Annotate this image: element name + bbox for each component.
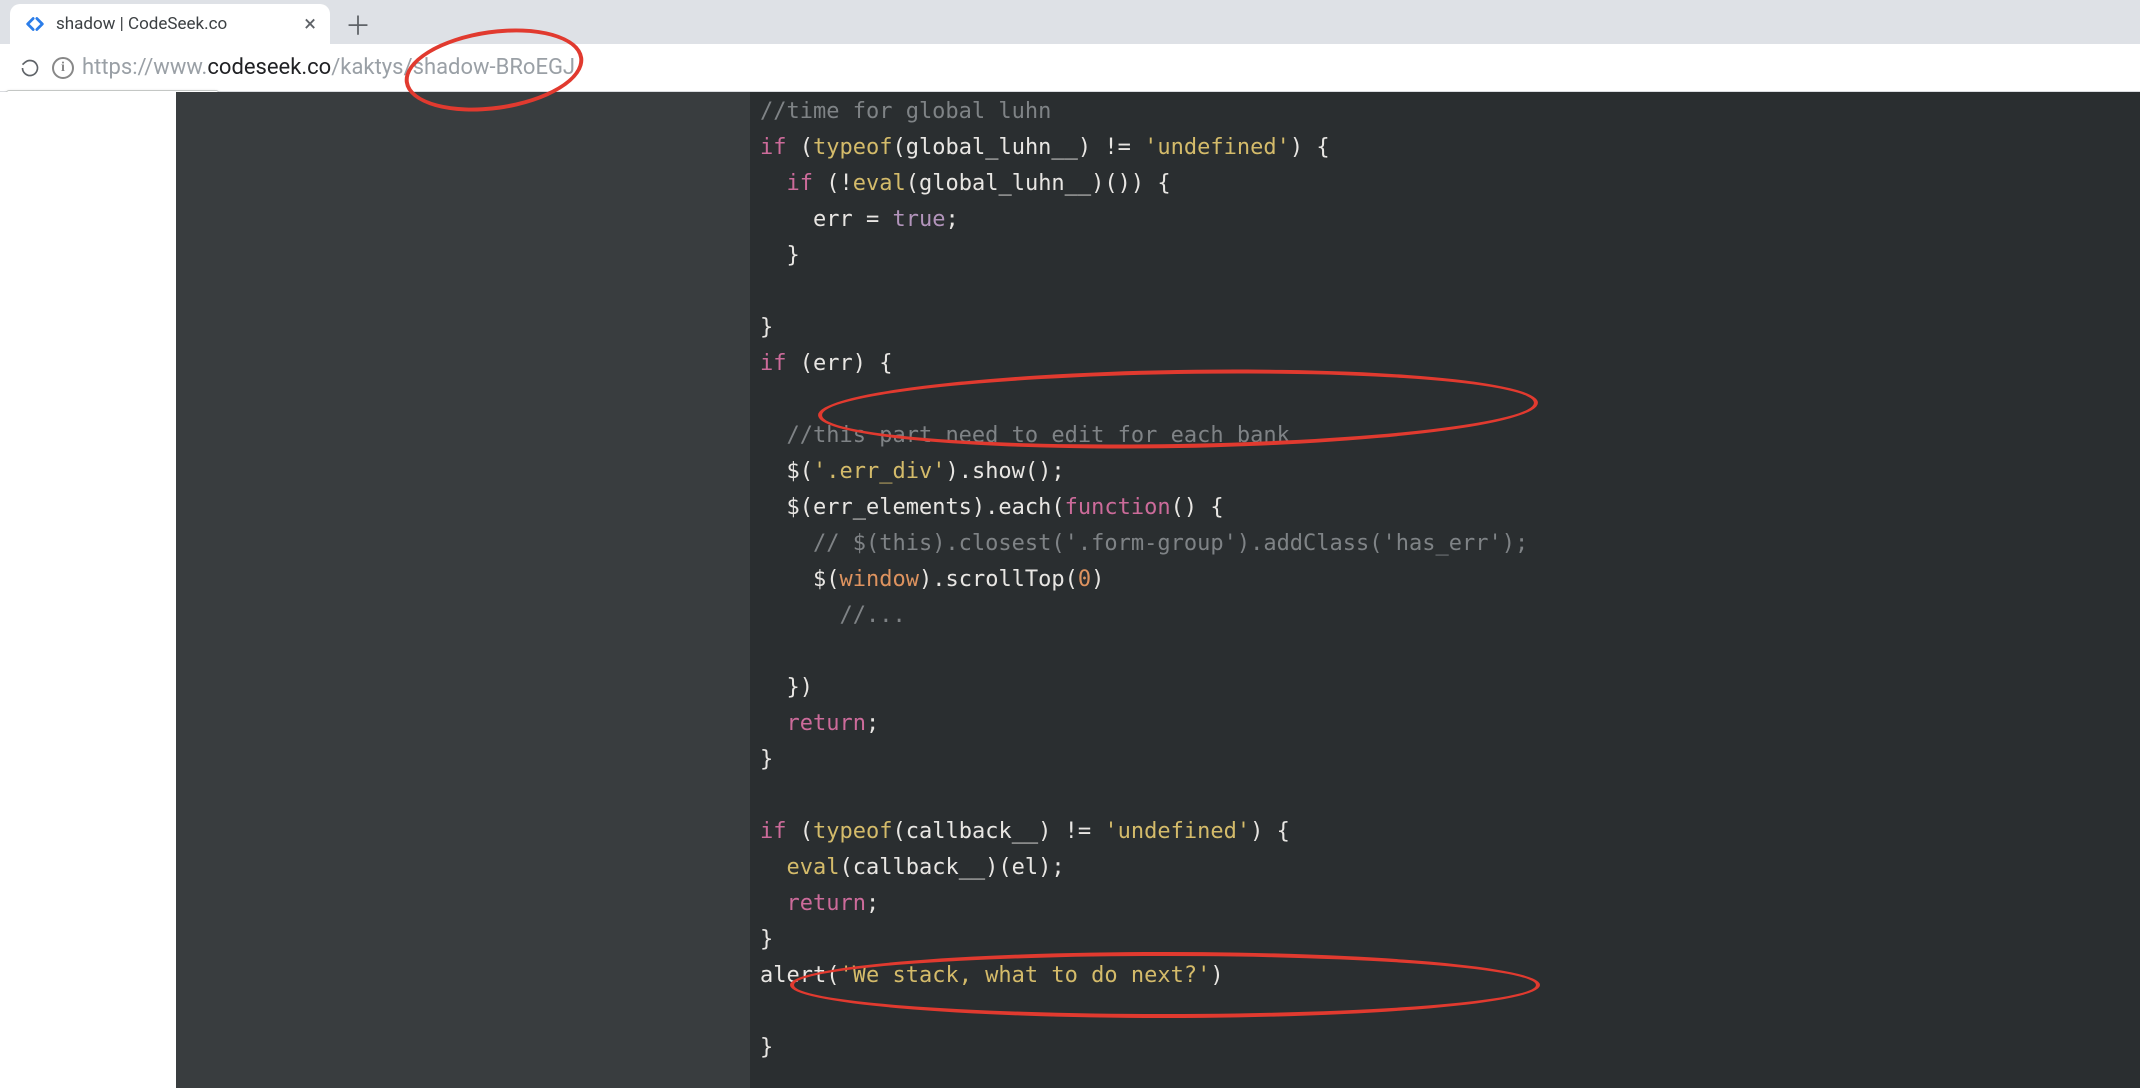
code-kw-function: function <box>1065 495 1171 520</box>
code-brace: } <box>760 1035 773 1060</box>
reload-button[interactable] <box>12 50 48 86</box>
code-brace: } <box>760 747 773 772</box>
code-op: != <box>1091 135 1144 160</box>
code-text: () { <box>1171 495 1224 520</box>
url-path-suffix: ow-BRoEGJ <box>460 55 575 80</box>
code-text: err = <box>813 207 892 232</box>
code-text: alert( <box>760 963 839 988</box>
code-string: 'We stack, what to do next?' <box>839 963 1210 988</box>
url-sub: www. <box>153 55 207 80</box>
code-eval: eval <box>787 855 840 880</box>
address-bar-row: i https://www.codeseek.co/kaktys/shadow-… <box>0 44 2140 92</box>
code-string: '.err_div' <box>813 459 945 484</box>
code-brace: } <box>760 927 773 952</box>
code-brace: } <box>787 243 800 268</box>
code-brace: } <box>760 315 773 340</box>
page-viewport: //time for global luhn if (typeof(global… <box>0 92 2140 1088</box>
code-ident: global_luhn__ <box>919 171 1091 196</box>
codeseek-favicon <box>24 13 46 35</box>
code-semi: ; <box>866 711 879 736</box>
code-ident: global_luhn__ <box>906 135 1078 160</box>
code-typeof: typeof <box>813 135 892 160</box>
code-kw-if: if <box>760 819 787 844</box>
code-text: (err) { <box>787 351 893 376</box>
code-semi: ; <box>945 207 958 232</box>
code-string: 'undefined' <box>1144 135 1290 160</box>
close-tab-icon[interactable]: × <box>304 12 316 37</box>
url-scheme: https:// <box>82 55 153 80</box>
code-kw-return: return <box>787 891 866 916</box>
code-kw-return: return <box>787 711 866 736</box>
code-text: ( <box>787 819 814 844</box>
code-gutter <box>176 92 750 1088</box>
site-info-icon[interactable]: i <box>52 57 74 79</box>
code-text: $( <box>813 567 840 592</box>
code-true: true <box>892 207 945 232</box>
code-string: 'undefined' <box>1104 819 1250 844</box>
left-margin <box>0 92 176 1088</box>
code-number: 0 <box>1078 567 1091 592</box>
code-text: ).show(); <box>945 459 1064 484</box>
code-line: //time for global luhn <box>760 99 1051 124</box>
code-kw-if: if <box>787 171 814 196</box>
url-host: codeseek.co <box>207 55 331 80</box>
tab-title: shadow | CodeSeek.co <box>56 14 227 34</box>
code-kw-if: if <box>760 135 787 160</box>
code-text: $( <box>787 459 814 484</box>
code-comment: // $(this).closest('.form-group').addCla… <box>813 531 1528 556</box>
code-text: ) <box>1091 567 1104 592</box>
code-brace: }) <box>787 675 814 700</box>
code-kw-if: if <box>760 351 787 376</box>
code-text: ) <box>1210 963 1223 988</box>
code-editor[interactable]: //time for global luhn if (typeof(global… <box>760 92 2120 1088</box>
code-typeof: typeof <box>813 819 892 844</box>
code-bang: ! <box>840 171 853 196</box>
code-eval: eval <box>853 171 906 196</box>
tab-strip: shadow | CodeSeek.co × ＋ <box>0 0 2140 44</box>
url-path-mid: d <box>448 55 460 80</box>
new-tab-button[interactable]: ＋ <box>338 4 378 44</box>
code-text: ) { <box>1250 819 1290 844</box>
code-comment: //this part need to edit for each bank <box>787 423 1290 448</box>
code-window: window <box>839 567 918 592</box>
url-display[interactable]: https://www.codeseek.co/kaktys/shadow-BR… <box>82 55 575 80</box>
code-text: (callback__)(el); <box>839 855 1064 880</box>
code-text: ).scrollTop( <box>919 567 1078 592</box>
url-path-prefix: /kaktys/sha <box>331 55 448 80</box>
code-text: (callback__) != <box>892 819 1104 844</box>
code-comment: //... <box>839 603 905 628</box>
code-semi: ; <box>866 891 879 916</box>
code-text: $(err_elements).each( <box>787 495 1065 520</box>
browser-tab-active[interactable]: shadow | CodeSeek.co × <box>10 4 330 44</box>
